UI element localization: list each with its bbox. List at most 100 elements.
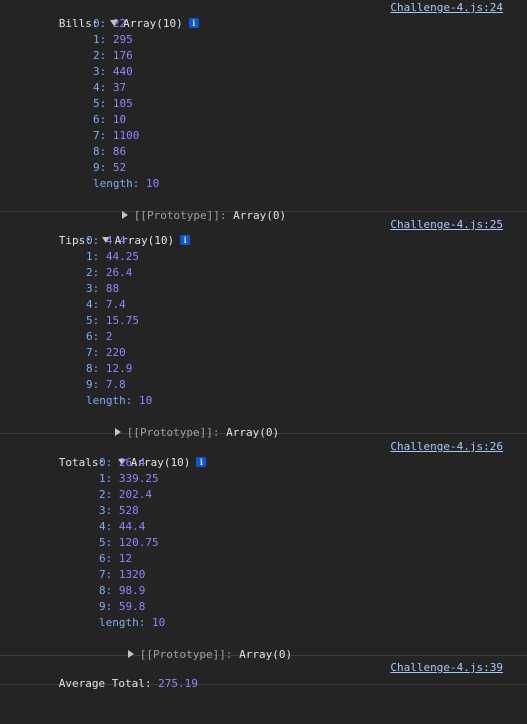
length-value: 10	[138, 394, 153, 407]
item-value: 59.8	[118, 600, 146, 613]
length-value: 10	[151, 616, 166, 629]
source-link[interactable]: Challenge-4.js:25	[390, 217, 503, 233]
array-item: 8: 98.9	[99, 583, 527, 599]
item-index: 6:	[93, 113, 107, 126]
console-entry-average: Average Total: 275.19 Challenge-4.js:39	[0, 660, 527, 690]
item-index: 3:	[86, 282, 100, 295]
item-index: 1:	[99, 472, 113, 485]
item-value: 339.25	[118, 472, 159, 485]
array-item: 2: 26.4	[86, 265, 527, 281]
array-item: 5: 120.75	[99, 535, 527, 551]
array-children: 0: 22 1: 295 2: 176 3: 440 4: 37 5: 105 …	[0, 16, 527, 192]
item-index: 5:	[93, 97, 107, 110]
item-value: 44.4	[118, 520, 146, 533]
array-item: 3: 88	[86, 281, 527, 297]
item-index: 8:	[93, 145, 107, 158]
item-value: 7.4	[105, 298, 126, 311]
item-value: 88	[105, 282, 120, 295]
prototype-row[interactable]: [[Prototype]]: Array(0)	[0, 631, 527, 661]
entry-header[interactable]: Tips: Array(10) i Challenge-4.js:25	[0, 217, 527, 247]
item-value: 440	[112, 65, 133, 78]
entry-header[interactable]: Totals: Array(10) i Challenge-4.js:26	[0, 439, 527, 469]
triangle-right-icon[interactable]	[127, 650, 134, 658]
item-value: 22	[112, 17, 127, 30]
item-index: 5:	[86, 314, 100, 327]
array-length: length: 10	[93, 176, 527, 192]
length-key: length:	[86, 394, 133, 407]
array-item: 6: 2	[86, 329, 527, 345]
array-item: 6: 10	[93, 112, 527, 128]
array-item: 1: 295	[93, 32, 527, 48]
item-value: 15.75	[105, 314, 139, 327]
item-value: 10	[112, 113, 127, 126]
item-value: 26.4	[118, 456, 146, 469]
array-item: 2: 202.4	[99, 487, 527, 503]
array-item: 7: 1100	[93, 128, 527, 144]
item-value: 220	[105, 346, 126, 359]
source-link[interactable]: Challenge-4.js:26	[390, 439, 503, 455]
array-item: 4: 44.4	[99, 519, 527, 535]
array-item: 8: 12.9	[86, 361, 527, 377]
prototype-row[interactable]: [[Prototype]]: Array(0)	[0, 409, 527, 439]
item-index: 2:	[93, 49, 107, 62]
array-item: 4: 37	[93, 80, 527, 96]
array-item: 5: 15.75	[86, 313, 527, 329]
item-index: 9:	[93, 161, 107, 174]
array-children: 0: 4.4 1: 44.25 2: 26.4 3: 88 4: 7.4 5: …	[0, 233, 527, 409]
item-value: 98.9	[118, 584, 146, 597]
item-index: 5:	[99, 536, 113, 549]
array-length: length: 10	[86, 393, 527, 409]
console-panel: Bills: Array(10) i Challenge-4.js:24 0: 2…	[0, 0, 527, 690]
array-item: 6: 12	[99, 551, 527, 567]
item-value: 37	[112, 81, 127, 94]
entry-header: Average Total: 275.19 Challenge-4.js:39	[0, 660, 527, 690]
array-item: 9: 59.8	[99, 599, 527, 615]
array-item: 7: 1320	[99, 567, 527, 583]
array-item: 0: 26.4	[99, 455, 527, 471]
item-value: 176	[112, 49, 133, 62]
array-item: 2: 176	[93, 48, 527, 64]
array-item: 3: 528	[99, 503, 527, 519]
item-index: 1:	[93, 33, 107, 46]
average-value: 275.19	[158, 677, 198, 690]
item-value: 295	[112, 33, 133, 46]
console-entry-tips: Tips: Array(10) i Challenge-4.js:25 0: 4.…	[0, 217, 527, 439]
item-index: 0:	[86, 234, 100, 247]
item-index: 2:	[86, 266, 100, 279]
item-index: 4:	[99, 520, 113, 533]
item-index: 1:	[86, 250, 100, 263]
item-value: 12.9	[105, 362, 133, 375]
array-item: 9: 52	[93, 160, 527, 176]
prototype-row[interactable]: [[Prototype]]: Array(0)	[0, 192, 527, 222]
array-children: 0: 26.4 1: 339.25 2: 202.4 3: 528 4: 44.…	[0, 455, 527, 631]
prototype-value: Array(0)	[226, 426, 280, 439]
item-index: 4:	[86, 298, 100, 311]
item-index: 8:	[86, 362, 100, 375]
item-index: 9:	[86, 378, 100, 391]
item-value: 44.25	[105, 250, 139, 263]
array-item: 5: 105	[93, 96, 527, 112]
source-link[interactable]: Challenge-4.js:24	[390, 0, 503, 16]
console-entry-bills: Bills: Array(10) i Challenge-4.js:24 0: 2…	[0, 0, 527, 222]
item-value: 12	[118, 552, 133, 565]
item-index: 4:	[93, 81, 107, 94]
item-index: 8:	[99, 584, 113, 597]
item-value: 86	[112, 145, 127, 158]
length-key: length:	[99, 616, 146, 629]
length-key: length:	[93, 177, 140, 190]
average-label: Average Total:	[58, 677, 152, 690]
item-value: 26.4	[105, 266, 133, 279]
item-value: 1320	[118, 568, 146, 581]
item-index: 0:	[93, 17, 107, 30]
array-item: 4: 7.4	[86, 297, 527, 313]
item-value: 52	[112, 161, 127, 174]
item-value: 105	[112, 97, 133, 110]
entry-header[interactable]: Bills: Array(10) i Challenge-4.js:24	[0, 0, 527, 30]
item-index: 2:	[99, 488, 113, 501]
console-entry-totals: Totals: Array(10) i Challenge-4.js:26 0: …	[0, 439, 527, 661]
triangle-right-icon[interactable]	[114, 428, 121, 436]
array-item: 3: 440	[93, 64, 527, 80]
source-link[interactable]: Challenge-4.js:39	[390, 660, 503, 676]
array-item: 0: 22	[93, 16, 527, 32]
item-index: 9:	[99, 600, 113, 613]
